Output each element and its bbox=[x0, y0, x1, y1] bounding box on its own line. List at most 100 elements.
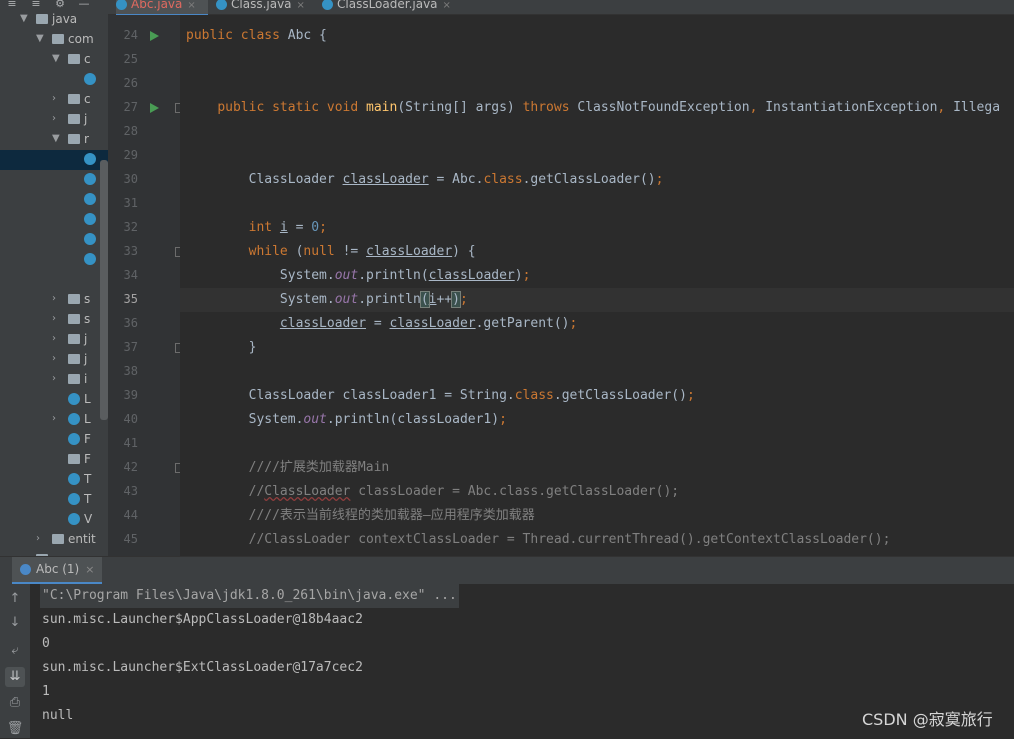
code-line: System.out.println(classLoader); bbox=[180, 264, 1014, 288]
tree-item[interactable]: › j bbox=[0, 110, 108, 130]
console-output-line: null bbox=[42, 708, 74, 723]
print-icon[interactable]: ⎙ bbox=[5, 693, 25, 713]
tree-item[interactable]: ▼ c bbox=[0, 50, 108, 70]
tree-item[interactable]: › s bbox=[0, 290, 108, 310]
tree-item[interactable]: ▼ r bbox=[0, 130, 108, 150]
tree-item[interactable] bbox=[0, 170, 108, 190]
tree-item-label: F bbox=[84, 432, 91, 446]
line-number: 45 bbox=[123, 532, 138, 546]
code-line: System.out.println(classLoader1); bbox=[180, 408, 1014, 432]
tree-item[interactable]: F bbox=[0, 450, 108, 470]
line-number: 34 bbox=[123, 268, 138, 282]
folder-icon bbox=[68, 94, 80, 104]
close-icon[interactable]: × bbox=[443, 0, 451, 11]
code-token: null bbox=[303, 244, 343, 259]
tree-item[interactable]: › j bbox=[0, 330, 108, 350]
soft-wrap-icon[interactable]: ⤶ bbox=[5, 641, 25, 661]
run-gutter-icon[interactable] bbox=[150, 103, 159, 113]
code-line: ////表示当前线程的类加载器—应用程序类加载器 bbox=[180, 504, 1014, 528]
run-gutter-icon[interactable] bbox=[150, 31, 159, 41]
tree-item[interactable] bbox=[0, 250, 108, 270]
java-class-icon bbox=[322, 0, 333, 10]
tab-label: Class.java bbox=[231, 0, 292, 11]
tree-item[interactable]: ▼ com bbox=[0, 30, 108, 50]
code-token: 0 bbox=[311, 220, 320, 235]
file-icon bbox=[68, 454, 80, 464]
chevron-down-icon[interactable]: ▼ bbox=[52, 54, 62, 64]
trash-icon[interactable]: 🗑 bbox=[5, 719, 25, 739]
editor-gutter: 24 25 26 27 28 29 30 31 32 33 34 35 36 37 38 39 40 41 42 43… bbox=[108, 15, 185, 556]
tree-item[interactable] bbox=[0, 70, 108, 90]
java-class-icon bbox=[68, 413, 80, 425]
tree-item-label: c bbox=[84, 52, 91, 66]
chevron-right-icon[interactable]: › bbox=[36, 534, 46, 544]
java-class-icon bbox=[68, 473, 80, 485]
close-icon[interactable]: × bbox=[297, 0, 305, 11]
code-editor[interactable]: public class Abc { public static void ma… bbox=[180, 15, 1014, 556]
tree-item[interactable] bbox=[0, 150, 108, 170]
tree-item[interactable]: › c bbox=[0, 90, 108, 110]
folder-icon bbox=[52, 534, 64, 544]
chevron-right-icon[interactable]: › bbox=[52, 94, 62, 104]
chevron-right-icon[interactable]: › bbox=[52, 414, 62, 424]
tree-item[interactable]: › L bbox=[0, 410, 108, 430]
tree-item-label: j bbox=[84, 332, 88, 346]
tree-item[interactable]: › j bbox=[0, 350, 108, 370]
code-token: System. bbox=[186, 292, 335, 307]
chevron-right-icon[interactable]: › bbox=[52, 294, 62, 304]
close-icon[interactable]: × bbox=[187, 0, 195, 11]
tree-item[interactable]: T bbox=[0, 490, 108, 510]
tree-item[interactable] bbox=[0, 270, 108, 290]
scroll-up-icon[interactable]: ↑ bbox=[5, 589, 25, 609]
chevron-right-icon[interactable]: › bbox=[52, 114, 62, 124]
code-line: System.out.println(i++); bbox=[180, 288, 1014, 312]
chevron-right-icon[interactable]: › bbox=[52, 354, 62, 364]
settings-icon[interactable]: ⚙ bbox=[48, 0, 72, 10]
tree-item[interactable] bbox=[0, 210, 108, 230]
tree-item[interactable]: › i bbox=[0, 370, 108, 390]
java-class-icon bbox=[68, 433, 80, 445]
collapse-icon[interactable]: ≡ bbox=[0, 0, 24, 10]
tree-item[interactable]: T bbox=[0, 470, 108, 490]
code-token: ClassLoader bbox=[264, 484, 351, 499]
chevron-down-icon[interactable]: ▼ bbox=[20, 14, 30, 24]
code-token: ) bbox=[451, 291, 461, 308]
tree-item[interactable]: L bbox=[0, 390, 108, 410]
tree-item[interactable]: V bbox=[0, 510, 108, 530]
code-token: System. bbox=[186, 268, 335, 283]
chevron-right-icon[interactable]: › bbox=[52, 334, 62, 344]
tree-item[interactable] bbox=[0, 230, 108, 250]
chevron-down-icon[interactable]: ▼ bbox=[52, 134, 62, 144]
project-tree-toolbar: ≡ ≡ ⚙ — bbox=[0, 0, 108, 10]
tree-item[interactable] bbox=[0, 190, 108, 210]
tree-item[interactable]: › entit bbox=[0, 530, 108, 550]
code-token: } bbox=[186, 340, 257, 355]
code-token: out bbox=[334, 268, 359, 283]
tab-class-java[interactable]: Class.java × bbox=[216, 0, 306, 14]
close-icon[interactable]: × bbox=[85, 563, 94, 576]
tab-classloader-java[interactable]: ClassLoader.java × bbox=[322, 0, 452, 14]
chevron-down-icon[interactable]: ▼ bbox=[36, 34, 46, 44]
scroll-down-icon[interactable]: ↓ bbox=[5, 613, 25, 633]
folder-icon bbox=[68, 294, 80, 304]
expand-icon[interactable]: ≡ bbox=[24, 0, 48, 10]
chevron-right-icon[interactable]: › bbox=[52, 374, 62, 384]
scroll-to-end-icon[interactable]: ⇊ bbox=[5, 667, 25, 687]
code-token: main bbox=[366, 100, 398, 115]
tree-item[interactable]: › s bbox=[0, 310, 108, 330]
run-tab-abc[interactable]: Abc (1) × bbox=[12, 557, 103, 585]
tree-item[interactable]: ▼ java bbox=[0, 10, 108, 30]
code-token: ////扩展类加载器Main bbox=[248, 460, 390, 475]
code-token: ; bbox=[319, 220, 327, 235]
folder-icon bbox=[68, 114, 80, 124]
tree-item[interactable]: F bbox=[0, 430, 108, 450]
tree-scrollbar[interactable] bbox=[100, 160, 108, 420]
code-token: while bbox=[248, 244, 296, 259]
folder-icon bbox=[68, 54, 80, 64]
chevron-right-icon[interactable]: › bbox=[52, 314, 62, 324]
folder-icon bbox=[36, 14, 48, 24]
code-token: , bbox=[749, 100, 766, 115]
minimize-icon[interactable]: — bbox=[72, 0, 96, 10]
